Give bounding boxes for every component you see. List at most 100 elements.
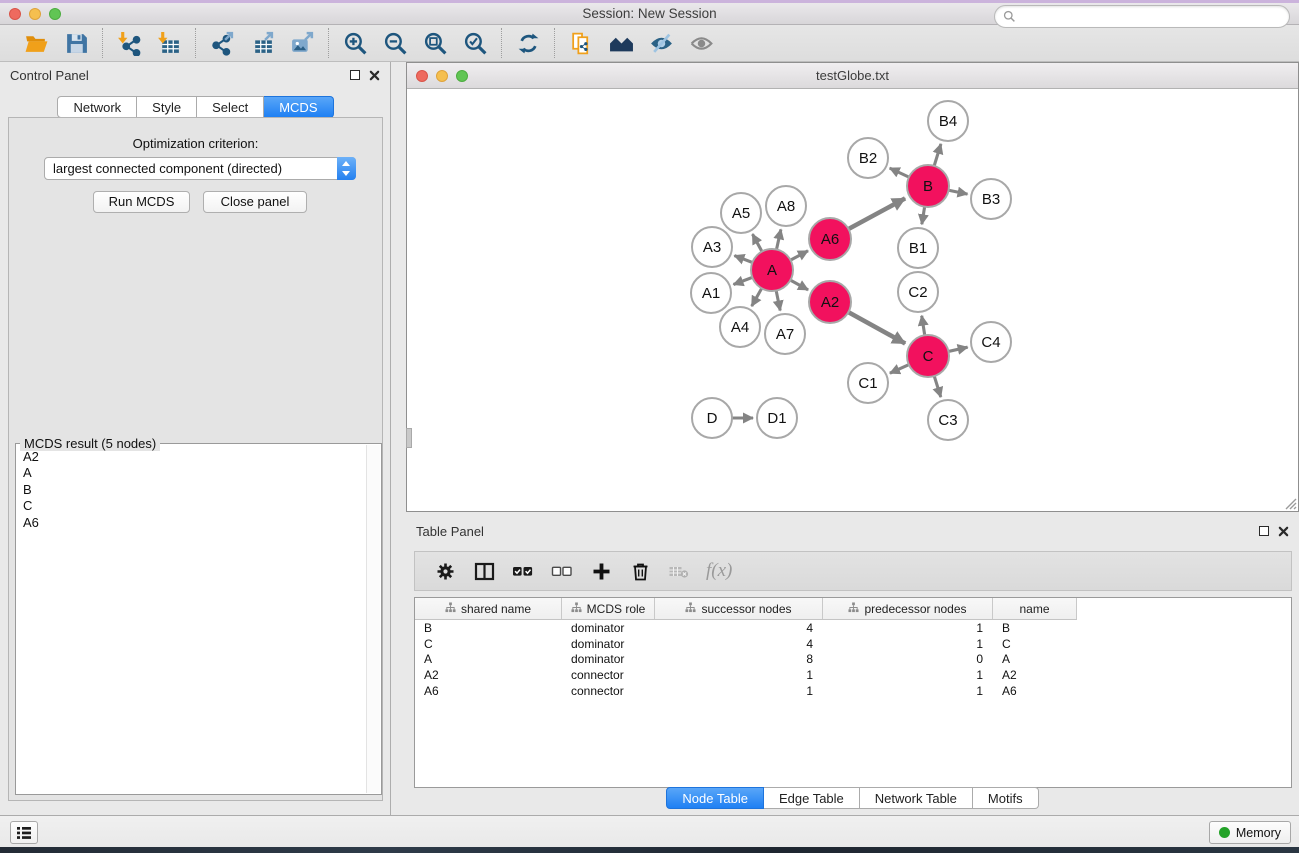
cell-successor-nodes[interactable]: 1 — [655, 684, 823, 700]
cell-shared-name[interactable]: A6 — [415, 684, 562, 700]
cell-name[interactable]: A — [993, 652, 1077, 668]
tab-style[interactable]: Style — [137, 96, 197, 118]
node-A8[interactable]: A8 — [766, 186, 806, 226]
zoom-fit-button[interactable] — [418, 28, 452, 58]
search-input[interactable] — [1016, 8, 1289, 26]
cell-shared-name[interactable]: A — [415, 652, 562, 668]
cell-name[interactable]: C — [993, 637, 1077, 653]
table-row[interactable]: A2connector11A2 — [415, 668, 1291, 684]
mcds-result-item[interactable]: A — [17, 465, 366, 481]
mcds-result-item[interactable]: C — [17, 498, 366, 514]
mcds-result-item[interactable]: B — [17, 482, 366, 498]
mcds-result-item[interactable]: A6 — [17, 515, 366, 531]
cell-predecessor-nodes[interactable]: 0 — [823, 652, 993, 668]
cell-successor-nodes[interactable]: 8 — [655, 652, 823, 668]
node-C3[interactable]: C3 — [928, 400, 968, 440]
column-header-MCDS-role[interactable]: MCDS role — [562, 598, 655, 619]
tab-motifs[interactable]: Motifs — [973, 787, 1039, 809]
node-A3[interactable]: A3 — [692, 227, 732, 267]
cell-name[interactable]: A2 — [993, 668, 1077, 684]
cell-MCDS-role[interactable]: dominator — [562, 637, 655, 653]
node-B1[interactable]: B1 — [898, 228, 938, 268]
table-row[interactable]: A6connector11A6 — [415, 684, 1291, 700]
table-row[interactable]: Cdominator41C — [415, 637, 1291, 653]
node-B4[interactable]: B4 — [928, 101, 968, 141]
tab-edge-table[interactable]: Edge Table — [764, 787, 860, 809]
node-A1[interactable]: A1 — [691, 273, 731, 313]
cell-shared-name[interactable]: A2 — [415, 668, 562, 684]
export-network-button[interactable] — [205, 28, 239, 58]
node-C4[interactable]: C4 — [971, 322, 1011, 362]
cell-predecessor-nodes[interactable]: 1 — [823, 637, 993, 653]
save-session-button[interactable] — [59, 28, 93, 58]
table-row[interactable]: Adominator80A — [415, 652, 1291, 668]
table-row[interactable]: Bdominator41B — [415, 621, 1291, 637]
network-canvas[interactable]: B4B2BB3A8A5A6A3B1AA1C2A2A4A7C4CC1DD1C3 — [407, 89, 1298, 511]
zoom-selected-button[interactable] — [458, 28, 492, 58]
node-C[interactable]: C — [907, 335, 949, 377]
cell-predecessor-nodes[interactable]: 1 — [823, 621, 993, 637]
scrollbar-track[interactable] — [366, 445, 380, 793]
cell-predecessor-nodes[interactable]: 1 — [823, 668, 993, 684]
create-column-button[interactable] — [589, 558, 613, 584]
memory-button[interactable]: Memory — [1209, 821, 1291, 844]
search-box[interactable] — [994, 5, 1290, 28]
export-image-button[interactable] — [285, 28, 319, 58]
tab-mcds[interactable]: MCDS — [264, 96, 333, 118]
cell-successor-nodes[interactable]: 1 — [655, 668, 823, 684]
tab-select[interactable]: Select — [197, 96, 264, 118]
clone-network-button[interactable] — [564, 28, 598, 58]
cell-predecessor-nodes[interactable]: 1 — [823, 684, 993, 700]
resize-grip-icon[interactable] — [1283, 496, 1297, 510]
close-panel-icon[interactable] — [369, 70, 380, 81]
show-columns-button[interactable] — [472, 558, 496, 584]
close-table-panel-icon[interactable] — [1278, 526, 1289, 537]
cell-successor-nodes[interactable]: 4 — [655, 621, 823, 637]
delete-columns-button[interactable] — [628, 558, 652, 584]
close-panel-button[interactable]: Close panel — [203, 191, 307, 213]
node-A7[interactable]: A7 — [765, 314, 805, 354]
tab-network-table[interactable]: Network Table — [860, 787, 973, 809]
node-A2[interactable]: A2 — [809, 281, 851, 323]
mcds-result-item[interactable]: A2 — [17, 449, 366, 465]
show-graphics-details-button[interactable] — [684, 28, 718, 58]
import-network-from-file-button[interactable] — [112, 28, 146, 58]
node-A5[interactable]: A5 — [721, 193, 761, 233]
apply-layout-button[interactable] — [511, 28, 545, 58]
cell-MCDS-role[interactable]: dominator — [562, 652, 655, 668]
node-A6[interactable]: A6 — [809, 218, 851, 260]
optimization-criterion-select[interactable]: largest connected component (directed) — [44, 157, 356, 180]
node-B2[interactable]: B2 — [848, 138, 888, 178]
node-C2[interactable]: C2 — [898, 272, 938, 312]
column-header-successor-nodes[interactable]: successor nodes — [655, 598, 823, 619]
import-table-from-file-button[interactable] — [152, 28, 186, 58]
open-session-button[interactable] — [19, 28, 53, 58]
run-mcds-button[interactable]: Run MCDS — [93, 191, 190, 213]
tab-network[interactable]: Network — [57, 96, 137, 118]
cell-name[interactable]: A6 — [993, 684, 1077, 700]
select-all-columns-button[interactable] — [511, 558, 535, 584]
cell-name[interactable]: B — [993, 621, 1077, 637]
zoom-in-button[interactable] — [338, 28, 372, 58]
cell-shared-name[interactable]: C — [415, 637, 562, 653]
cell-shared-name[interactable]: B — [415, 621, 562, 637]
column-header-predecessor-nodes[interactable]: predecessor nodes — [823, 598, 993, 619]
float-panel-icon[interactable] — [350, 70, 360, 80]
cell-MCDS-role[interactable]: connector — [562, 668, 655, 684]
float-table-panel-icon[interactable] — [1259, 526, 1269, 536]
node-D1[interactable]: D1 — [757, 398, 797, 438]
node-C1[interactable]: C1 — [848, 363, 888, 403]
node-A[interactable]: A — [751, 249, 793, 291]
export-table-button[interactable] — [245, 28, 279, 58]
node-B[interactable]: B — [907, 165, 949, 207]
tool-palette-grip[interactable] — [406, 428, 412, 448]
column-header-shared-name[interactable]: shared name — [415, 598, 562, 619]
unselect-all-columns-button[interactable] — [550, 558, 574, 584]
tab-node-table[interactable]: Node Table — [666, 787, 764, 809]
cell-MCDS-role[interactable]: dominator — [562, 621, 655, 637]
column-header-name[interactable]: name — [993, 598, 1077, 619]
panel-list-button[interactable] — [10, 821, 38, 844]
cell-successor-nodes[interactable]: 4 — [655, 637, 823, 653]
node-A4[interactable]: A4 — [720, 307, 760, 347]
hide-graphics-details-button[interactable] — [644, 28, 678, 58]
